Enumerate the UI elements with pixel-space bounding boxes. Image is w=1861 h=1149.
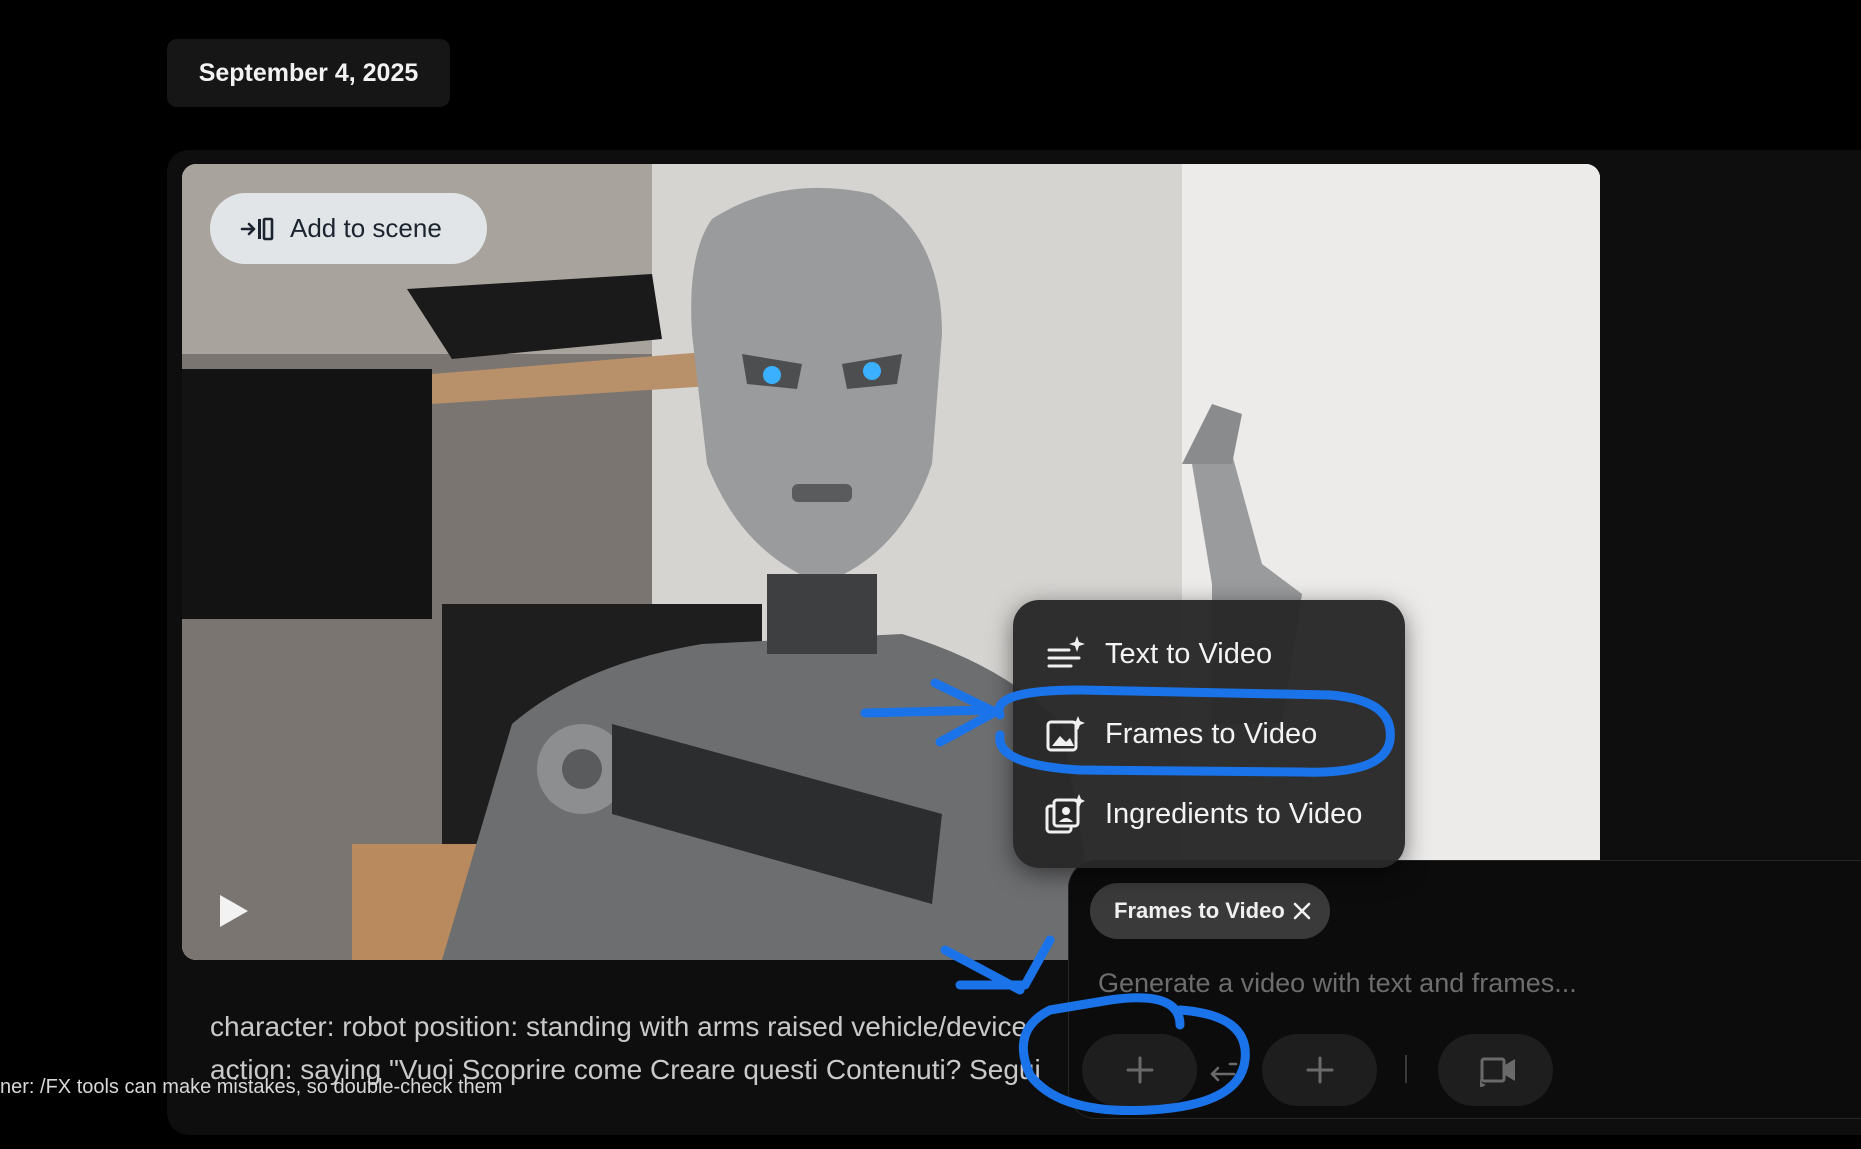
menu-item-frames-to-video[interactable]: Frames to Video xyxy=(1045,714,1317,754)
date-label: September 4, 2025 xyxy=(198,58,419,87)
disclaimer-text: ner: /FX tools can make mistakes, so dou… xyxy=(0,1076,503,1098)
menu-item-label: Ingredients to Video xyxy=(1105,797,1363,830)
text-sparkle-icon xyxy=(1047,636,1085,668)
play-icon[interactable] xyxy=(218,893,250,929)
prompt-input[interactable] xyxy=(1096,960,1820,1006)
add-to-scene-button[interactable]: Add to scene xyxy=(210,193,487,264)
video-sparkle-icon xyxy=(1479,1057,1515,1087)
mode-chip[interactable]: Frames to Video xyxy=(1090,883,1330,939)
toolbar-divider xyxy=(1405,1055,1407,1083)
menu-item-label: Text to Video xyxy=(1105,637,1273,670)
video-settings-button[interactable] xyxy=(1438,1034,1553,1106)
plus-icon xyxy=(1126,1056,1153,1084)
mode-menu: Text to Video Frames to Video Ingredient… xyxy=(1013,600,1405,868)
ingredients-icon xyxy=(1045,794,1085,834)
prompt-line-1: character: robot position: standing with… xyxy=(210,1011,1028,1042)
menu-item-ingredients-to-video[interactable]: Ingredients to Video xyxy=(1045,794,1362,834)
date-chip: September 4, 2025 xyxy=(167,39,450,107)
close-icon[interactable] xyxy=(1292,901,1312,921)
mode-chip-label: Frames to Video xyxy=(1114,898,1285,923)
image-sparkle-icon xyxy=(1046,716,1085,752)
menu-item-label: Frames to Video xyxy=(1105,717,1318,750)
add-first-frame-button[interactable] xyxy=(1082,1034,1197,1106)
add-to-scene-icon xyxy=(240,217,274,240)
menu-item-text-to-video[interactable]: Text to Video xyxy=(1045,634,1272,674)
swap-arrows-icon[interactable] xyxy=(1208,1056,1240,1084)
add-to-scene-label: Add to scene xyxy=(290,213,442,243)
plus-icon xyxy=(1306,1056,1333,1084)
add-last-frame-button[interactable] xyxy=(1262,1034,1377,1106)
